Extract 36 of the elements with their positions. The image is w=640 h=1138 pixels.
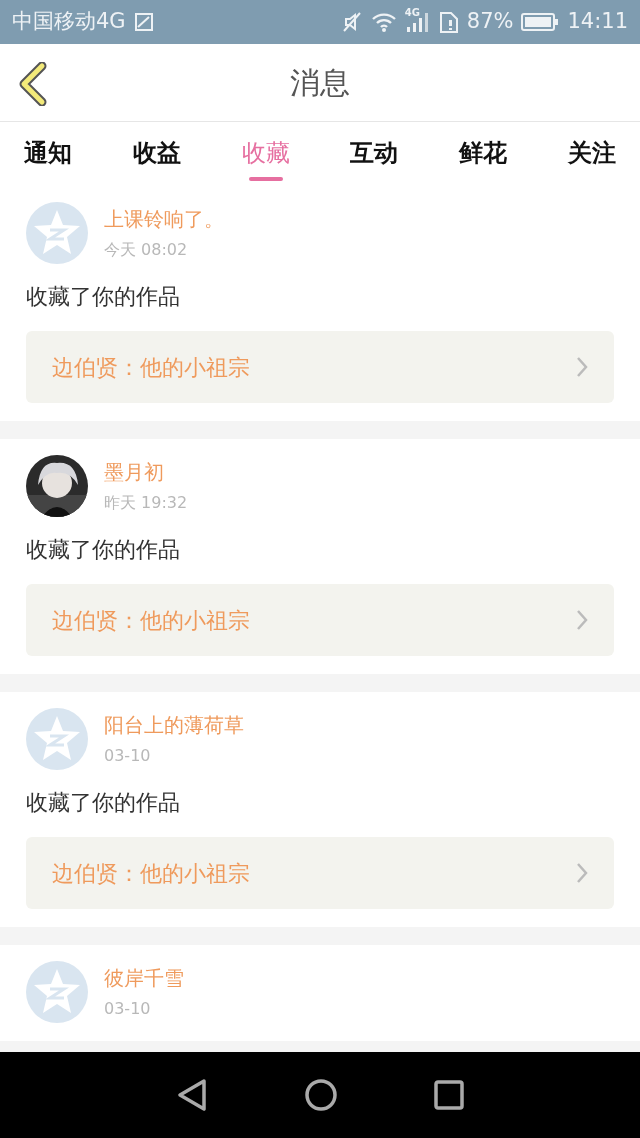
tab[interactable]: 互动 bbox=[350, 127, 399, 181]
message-text: 收藏了你的作品 bbox=[26, 283, 181, 311]
recents-icon[interactable] bbox=[434, 1080, 464, 1110]
message-time: 昨天 19:32 bbox=[104, 492, 188, 514]
network-label: 4G bbox=[404, 6, 420, 20]
message-time: 今天 08:02 bbox=[104, 239, 189, 261]
user-name[interactable]: 墨月初 bbox=[104, 457, 188, 487]
message-time: 03-10 bbox=[104, 745, 152, 767]
back-icon[interactable] bbox=[176, 1078, 208, 1112]
chevron-icon bbox=[576, 356, 588, 378]
wifi-icon bbox=[370, 11, 397, 33]
message-text: 收藏了你的作品 bbox=[26, 789, 181, 817]
tab[interactable]: 关注 bbox=[568, 127, 616, 181]
message-text: 收藏了你的作品 bbox=[26, 536, 181, 564]
work-link[interactable]: 边伯贤：他的小祖宗 bbox=[26, 584, 614, 656]
tab[interactable]: 收藏 bbox=[241, 127, 290, 181]
chevron-icon bbox=[576, 609, 588, 631]
image-icon bbox=[133, 12, 154, 32]
work-link[interactable]: 边伯贤：他的小祖宗 bbox=[26, 837, 614, 909]
user-name[interactable]: 彼岸千雪 bbox=[104, 963, 184, 993]
battery-icon bbox=[521, 12, 560, 32]
user-name[interactable]: 上课铃响了。 bbox=[104, 204, 224, 234]
battery-label: 87% bbox=[466, 8, 514, 36]
home-icon[interactable] bbox=[304, 1078, 338, 1112]
sim-icon bbox=[438, 11, 459, 33]
mute-icon bbox=[340, 11, 363, 33]
tab[interactable]: 通知 bbox=[24, 127, 72, 181]
tab[interactable]: 鲜花 bbox=[459, 127, 508, 181]
user-name[interactable]: 阳台上的薄荷草 bbox=[104, 710, 244, 740]
chevron-icon bbox=[576, 862, 588, 884]
page-title: 消息 bbox=[290, 64, 350, 102]
carrier-label: 中国移动4G bbox=[12, 8, 126, 36]
clock: 14:11 bbox=[567, 8, 628, 36]
tab[interactable]: 收益 bbox=[132, 127, 181, 181]
message-time: 03-10 bbox=[104, 998, 152, 1020]
work-link[interactable]: 边伯贤：他的小祖宗 bbox=[26, 331, 614, 403]
